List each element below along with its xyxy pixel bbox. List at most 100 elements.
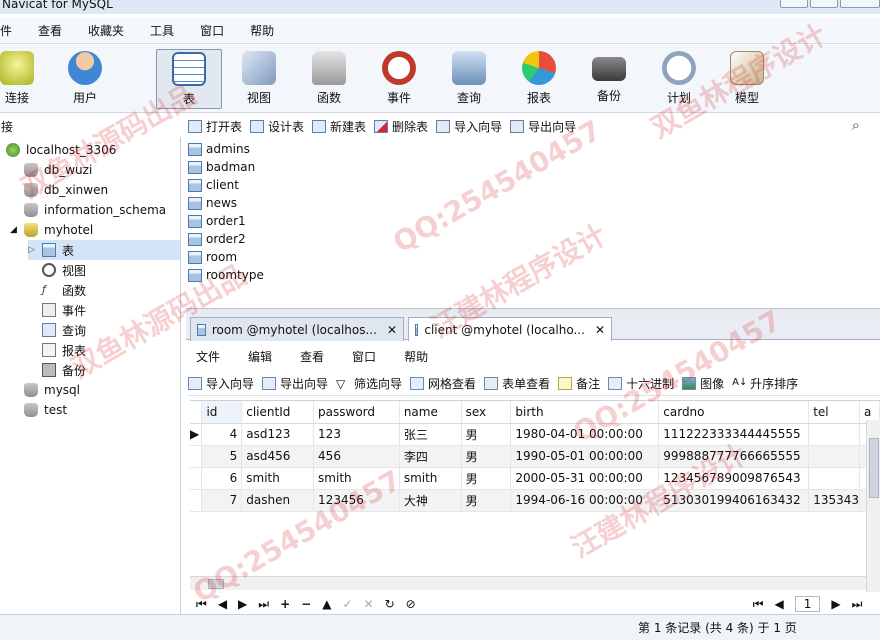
toolbar-table-button[interactable]: 表 [156, 49, 222, 109]
cell[interactable]: 张三 [399, 423, 462, 446]
maximize-button[interactable] [810, 0, 838, 8]
table-list-item[interactable]: client [188, 176, 239, 194]
cell[interactable]: smith [399, 467, 462, 490]
cell[interactable] [808, 423, 860, 446]
toolbar-query-button[interactable]: 查询 [436, 49, 502, 109]
cell[interactable]: dashen [241, 489, 315, 512]
first-record-icon[interactable]: ⏮ [196, 597, 207, 612]
cell[interactable]: 1980-04-01 00:00:00 [510, 423, 660, 446]
cell[interactable]: 1994-06-16 00:00:00 [510, 489, 660, 512]
close-window-button[interactable] [840, 0, 880, 8]
export-wizard-button[interactable]: 导出向导 [510, 118, 576, 135]
cell[interactable]: 123456789009876543 [658, 467, 810, 490]
inner-menu-file[interactable]: 文件 [196, 348, 220, 365]
cell[interactable]: 大神 [399, 489, 462, 512]
tree-db[interactable]: db_wuzi [24, 160, 92, 180]
cell[interactable]: 123 [313, 423, 400, 446]
tree-item-tables[interactable]: ▷ 表 [28, 240, 180, 260]
toolbar-event-button[interactable]: 事件 [366, 49, 432, 109]
inner-menu-window[interactable]: 窗口 [352, 348, 376, 365]
scroll-thumb[interactable] [869, 438, 879, 498]
cell[interactable]: 456 [313, 445, 400, 468]
cell[interactable]: smith [241, 467, 315, 490]
vertical-scrollbar[interactable] [866, 420, 880, 592]
refresh-icon[interactable]: ↻ [385, 597, 395, 611]
form-view-button[interactable]: 表单查看 [484, 375, 550, 392]
column-header[interactable]: id [201, 401, 243, 424]
table-list-item[interactable]: room [188, 248, 237, 266]
page-last-icon[interactable]: ⏭ [852, 597, 863, 612]
close-tab-icon[interactable]: ✕ [387, 323, 397, 337]
prev-record-icon[interactable]: ◀ [218, 597, 227, 611]
cell[interactable]: 7 [201, 489, 243, 512]
search-icon[interactable]: ⌕ [852, 116, 860, 134]
table-list-item[interactable]: admins [188, 140, 250, 158]
add-record-icon[interactable]: + [280, 597, 290, 611]
tree-db[interactable]: db_xinwen [24, 180, 108, 200]
toolbar-user-button[interactable]: 用户 [52, 49, 118, 109]
inner-menu-edit[interactable]: 编辑 [248, 348, 272, 365]
menu-view[interactable]: 查看 [38, 22, 62, 39]
page-prev-icon[interactable]: ◀ [775, 597, 784, 611]
cell[interactable]: 123456 [313, 489, 400, 512]
cell[interactable]: 5 [201, 445, 243, 468]
tab-client[interactable]: client @myhotel (localho... ✕ [408, 317, 612, 341]
column-header[interactable]: clientId [241, 401, 315, 424]
tree-db[interactable]: test [24, 400, 67, 420]
tree-item-queries[interactable]: 查询 [42, 320, 86, 340]
scroll-thumb[interactable] [208, 579, 224, 589]
table-row[interactable]: ▶ 4 asd123 123 张三 男 1980-04-01 00:00:00 … [190, 423, 880, 446]
cell[interactable]: 2000-05-31 00:00:00 [510, 467, 660, 490]
toolbar-report-button[interactable]: 报表 [506, 49, 572, 109]
page-first-icon[interactable]: ⏮ [753, 597, 764, 612]
stop-icon[interactable]: ⊘ [406, 597, 416, 611]
column-header[interactable]: tel [808, 401, 860, 424]
column-header[interactable]: sex [461, 401, 512, 424]
page-next-icon[interactable]: ▶ [831, 597, 840, 611]
delete-table-button[interactable]: 删除表 [374, 118, 428, 135]
menu-file[interactable]: 件 [0, 22, 12, 39]
tree-item-backups[interactable]: 备份 [42, 360, 86, 380]
inner-menu-help[interactable]: 帮助 [404, 348, 428, 365]
inner-menu-view[interactable]: 查看 [300, 348, 324, 365]
next-record-icon[interactable]: ▶ [238, 597, 247, 611]
grid-view-button[interactable]: 网格查看 [410, 375, 476, 392]
menu-help[interactable]: 帮助 [250, 22, 274, 39]
table-row[interactable]: 5 asd456 456 李四 男 1990-05-01 00:00:00 99… [190, 445, 880, 468]
new-table-button[interactable]: 新建表 [312, 118, 366, 135]
tree-db[interactable]: mysql [24, 380, 80, 400]
tree-connection[interactable]: localhost_3306 [6, 140, 116, 160]
cell[interactable]: 4 [201, 423, 243, 446]
cell[interactable]: 男 [461, 489, 512, 512]
cell[interactable]: 男 [461, 423, 512, 446]
toolbar-connection-button[interactable]: 连接 [0, 49, 50, 109]
sort-asc-button[interactable]: A↓ 升序排序 [732, 375, 798, 392]
cancel-icon[interactable]: ✕ [364, 597, 374, 611]
cell[interactable]: 135343 [808, 489, 860, 512]
toolbar-schedule-button[interactable]: 计划 [646, 49, 712, 109]
image-button[interactable]: 图像 [682, 375, 724, 392]
column-header[interactable]: name [399, 401, 462, 424]
open-table-button[interactable]: 打开表 [188, 118, 242, 135]
table-row[interactable]: 7 dashen 123456 大神 男 1994-06-16 00:00:00… [190, 489, 880, 512]
delete-record-icon[interactable]: − [301, 597, 311, 611]
minimize-button[interactable] [780, 0, 808, 8]
cell[interactable]: 李四 [399, 445, 462, 468]
tree-item-reports[interactable]: 报表 [42, 340, 86, 360]
cell[interactable]: 111222333344445555 [658, 423, 810, 446]
hex-button[interactable]: 十六进制 [608, 375, 674, 392]
toolbar-view-button[interactable]: 视图 [226, 49, 292, 109]
expand-arrow-icon[interactable]: ◢ [10, 225, 24, 235]
memo-button[interactable]: 备注 [558, 375, 600, 392]
table-list-item[interactable]: order1 [188, 212, 246, 230]
menu-window[interactable]: 窗口 [200, 22, 224, 39]
cell[interactable] [808, 445, 860, 468]
tree-item-functions[interactable]: ƒ 函数 [42, 280, 86, 300]
cell[interactable]: asd123 [241, 423, 315, 446]
table-list-item[interactable]: badman [188, 158, 255, 176]
cell[interactable] [808, 467, 860, 490]
page-number[interactable]: 1 [794, 596, 821, 612]
tree-db-myhotel[interactable]: ◢ myhotel [10, 220, 93, 240]
cell[interactable]: 6 [201, 467, 243, 490]
table-list-item[interactable]: order2 [188, 230, 246, 248]
